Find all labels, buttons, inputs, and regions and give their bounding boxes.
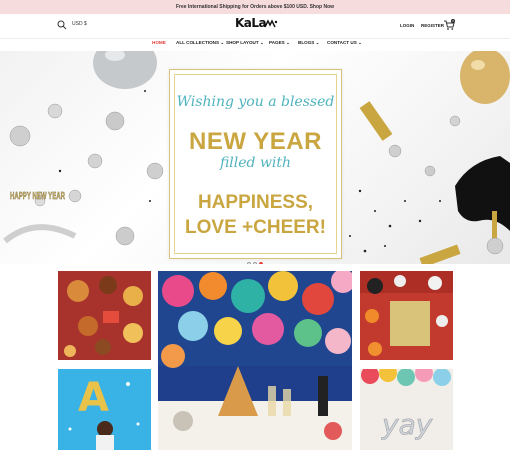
slider-dot-2[interactable]: [253, 262, 257, 264]
nav-contact-us[interactable]: CONTACT US ⌄: [327, 40, 362, 46]
slider-dot-1[interactable]: [247, 262, 251, 264]
black-heel: [455, 156, 510, 231]
disco-balls-left: [9, 103, 164, 246]
logo[interactable]: KaLa: [235, 16, 267, 30]
greeting-line4: HAPPINESS, LOVE +CHEER!: [170, 190, 341, 240]
nav-pages[interactable]: PAGES ⌄: [269, 40, 290, 46]
slider-dot-3[interactable]: [259, 262, 263, 264]
hero-slider[interactable]: HAPPY NEW YEAR Wishing you a blessed NEW…: [0, 51, 510, 264]
balloon-letter: A: [78, 375, 109, 421]
greeting-card: Wishing you a blessed NEW YEAR filled wi…: [169, 69, 342, 259]
tiara-text: HAPPY NEW YEAR: [10, 191, 65, 202]
gold-balloon: [460, 51, 510, 104]
greeting-line3: filled with: [219, 155, 292, 171]
greeting-new-year: NEW YEAR: [189, 128, 322, 155]
logo-mark-icon: [264, 19, 278, 28]
yay-balloon-text: yay: [381, 408, 433, 441]
nav-shop-layout[interactable]: SHOP LAYOUT ⌄: [226, 40, 264, 46]
gallery-tile-red-table[interactable]: [360, 271, 453, 360]
greeting-line1: Wishing you a blessed: [176, 94, 335, 110]
gallery-tile-lunar-feast[interactable]: [58, 271, 151, 360]
gallery-tile-party-table[interactable]: [158, 271, 352, 450]
login-link[interactable]: LOGIN: [400, 23, 414, 28]
gallery-tile-yay-garland[interactable]: yay: [360, 369, 453, 450]
nav-blogs[interactable]: BLOGS ⌄: [298, 40, 319, 46]
greeting-love-cheer: LOVE +CHEER!: [185, 217, 326, 238]
nav-home[interactable]: HOME: [152, 40, 166, 45]
gallery-tile-balloon-girl[interactable]: A: [58, 369, 151, 450]
cart-icon[interactable]: 0: [443, 19, 455, 31]
announcement-bar[interactable]: Free International Shipping for Orders a…: [0, 0, 510, 14]
nav-all-collections[interactable]: ALL COLLECTIONS ⌄: [176, 40, 224, 46]
register-link[interactable]: REGISTER: [421, 23, 444, 28]
site-header: USD $ KaLa LOGIN REGISTER 0: [0, 14, 510, 38]
happy-new-year-tiara: HAPPY NEW YEAR: [3, 191, 77, 244]
search-icon[interactable]: [57, 20, 67, 30]
currency-selector[interactable]: USD $: [72, 21, 87, 27]
champagne-bottle: [359, 101, 393, 141]
silver-balloon: [93, 51, 157, 89]
slider-dots: [247, 253, 265, 264]
greeting-happiness: HAPPINESS,: [197, 192, 314, 213]
main-nav: HOME ALL COLLECTIONS ⌄ SHOP LAYOUT ⌄ PAG…: [0, 38, 510, 50]
